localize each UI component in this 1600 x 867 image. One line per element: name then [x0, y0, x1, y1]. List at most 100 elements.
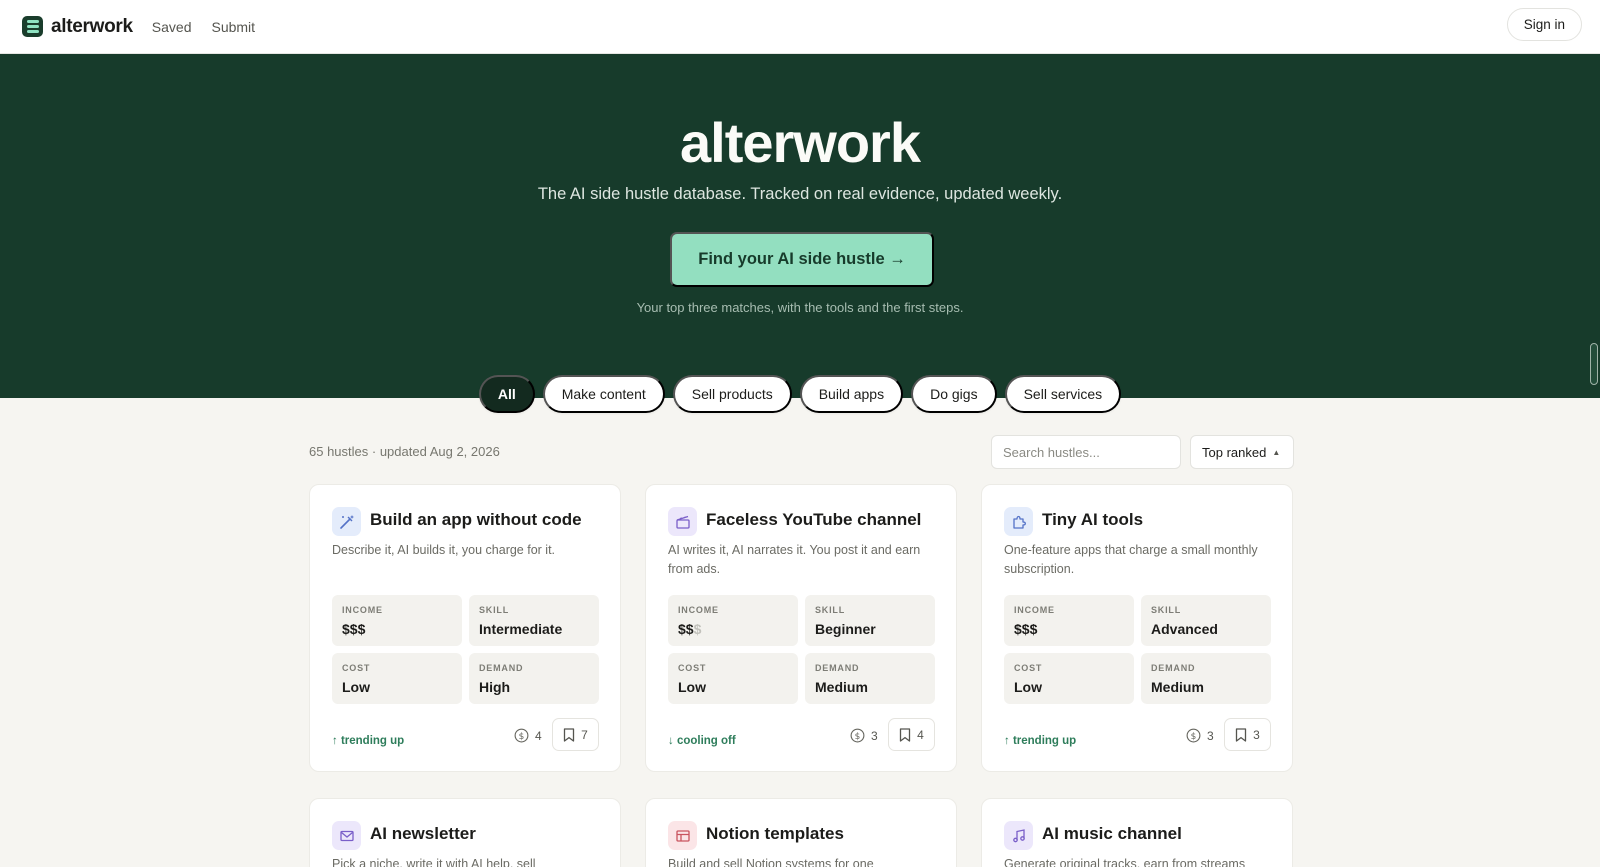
card-title[interactable]: Tiny AI tools — [1042, 510, 1143, 530]
sort-value: Top ranked — [1202, 444, 1267, 460]
hero-note: Your top three matches, with the tools a… — [636, 300, 964, 315]
stat-value: Low — [342, 679, 370, 695]
card-title[interactable]: Build an app without code — [370, 510, 582, 530]
chevron-down-icon: ▲ — [1272, 447, 1281, 457]
filter-sell-products[interactable]: Sell products — [672, 375, 792, 413]
coin-count: $ 3 — [850, 728, 878, 743]
card-title[interactable]: AI newsletter — [370, 824, 476, 844]
coin-count: $ 4 — [514, 728, 542, 743]
nav-link-submit[interactable]: Submit — [211, 19, 255, 35]
card-description: AI writes it, AI narrates it. You post i… — [668, 543, 921, 576]
category-filters: All Make content Sell products Build app… — [0, 375, 1600, 413]
bookmark-count: 7 — [581, 727, 588, 742]
skill-stat: SKILL Intermediate — [469, 595, 599, 646]
filter-build-apps[interactable]: Build apps — [799, 375, 904, 413]
hustle-card[interactable]: AI newsletter Pick a niche, write it wit… — [309, 798, 621, 867]
puzzle-icon — [1004, 507, 1033, 536]
hero-subtitle: The AI side hustle database. Tracked on … — [537, 185, 1063, 203]
trend-indicator: ↓ cooling off — [668, 735, 736, 747]
bookmark-count: 4 — [917, 727, 924, 742]
income-stat: INCOME $$$ — [1004, 595, 1134, 646]
demand-stat: DEMAND Medium — [805, 653, 935, 704]
stat-value: Advanced — [1151, 621, 1218, 637]
cost-stat: COST Low — [332, 653, 462, 704]
stat-value: $$$ — [678, 621, 701, 637]
card-title[interactable]: Notion templates — [706, 824, 844, 844]
skill-stat: SKILL Advanced — [1141, 595, 1271, 646]
search-input[interactable] — [991, 435, 1181, 469]
svg-text:$: $ — [855, 732, 861, 742]
card-title[interactable]: AI music channel — [1042, 824, 1182, 844]
stat-label: INCOME — [678, 605, 719, 615]
svg-text:$: $ — [519, 732, 525, 742]
hero-section: alterwork The AI side hustle database. T… — [0, 54, 1600, 398]
stat-value: Medium — [815, 679, 868, 695]
stat-label: SKILL — [479, 605, 509, 615]
stat-value: Beginner — [815, 621, 876, 637]
income-stat: INCOME $$$ — [332, 595, 462, 646]
stat-label: SKILL — [1151, 605, 1181, 615]
bookmark-button[interactable]: 3 — [1224, 718, 1271, 751]
stat-value: $$$ — [342, 621, 365, 637]
cost-stat: COST Low — [1004, 653, 1134, 704]
bookmark-button[interactable]: 4 — [888, 718, 935, 751]
filter-all[interactable]: All — [478, 375, 535, 413]
stat-value: High — [479, 679, 511, 695]
stat-label: COST — [1014, 663, 1043, 673]
coin-count-value: 3 — [871, 728, 878, 743]
demand-stat: DEMAND High — [469, 653, 599, 704]
stat-label: DEMAND — [1151, 663, 1196, 673]
stat-value: Low — [1014, 679, 1042, 695]
list-meta: 65 hustles · updated Aug 2, 2026 — [309, 444, 500, 459]
stat-value: $$$ — [1014, 621, 1037, 637]
income-value: $$$ — [342, 621, 366, 637]
dollar-coin-icon: $ — [1186, 728, 1201, 743]
trend-indicator: ↑ trending up — [332, 735, 405, 747]
income-value-dim: $ — [693, 621, 702, 637]
hustle-card[interactable]: Notion templates Build and sell Notion s… — [645, 798, 957, 867]
brand-name: alterwork — [51, 15, 133, 37]
income-value: $$$ — [1014, 621, 1038, 637]
envelope-icon — [332, 821, 361, 850]
trend-indicator: ↑ trending up — [1004, 735, 1077, 747]
coin-count-value: 3 — [1207, 728, 1214, 743]
sort-select[interactable]: Top ranked ▲ — [1190, 435, 1294, 469]
stat-label: INCOME — [342, 605, 383, 615]
hustle-card[interactable]: Build an app without code Describe it, A… — [309, 484, 621, 772]
stat-value: Low — [678, 679, 706, 695]
filter-make-content[interactable]: Make content — [542, 375, 665, 413]
hero-title: alterwork — [680, 111, 921, 174]
hustle-card[interactable]: Faceless YouTube channel AI writes it, A… — [645, 484, 957, 772]
magic-wand-icon — [332, 507, 361, 536]
stat-value: Medium — [1151, 679, 1204, 695]
find-hustle-button[interactable]: Find your AI side hustle → — [670, 232, 934, 287]
dollar-coin-icon: $ — [514, 728, 529, 743]
card-description: Build and sell Notion systems for one — [668, 857, 874, 867]
cost-stat: COST Low — [668, 653, 798, 704]
sign-in-button[interactable]: Sign in — [1506, 8, 1582, 41]
nav-link-saved[interactable]: Saved — [152, 19, 192, 35]
skill-stat: SKILL Beginner — [805, 595, 935, 646]
card-description: Generate original tracks, earn from stre… — [1004, 857, 1246, 867]
card-description: One-feature apps that charge a small mon… — [1004, 543, 1258, 576]
bookmark-button[interactable]: 7 — [552, 718, 599, 751]
brand-logo[interactable]: alterwork — [22, 16, 133, 38]
card-description: Describe it, AI builds it, you charge fo… — [332, 543, 556, 557]
filter-sell-services[interactable]: Sell services — [1004, 375, 1122, 413]
logo-icon — [22, 16, 43, 37]
bookmark-icon — [900, 727, 911, 742]
card-title[interactable]: Faceless YouTube channel — [706, 510, 921, 530]
clapperboard-icon — [668, 507, 697, 536]
hustle-card[interactable]: AI music channel Generate original track… — [981, 798, 1293, 867]
bookmark-icon — [1236, 727, 1247, 742]
stat-label: INCOME — [1014, 605, 1055, 615]
demand-stat: DEMAND Medium — [1141, 653, 1271, 704]
coin-count: $ 3 — [1186, 728, 1214, 743]
hustle-card[interactable]: Tiny AI tools One-feature apps that char… — [981, 484, 1293, 772]
layout-icon — [668, 821, 697, 850]
svg-text:$: $ — [1191, 732, 1197, 742]
top-nav: alterwork Saved Submit Sign in — [0, 0, 1600, 54]
music-note-icon — [1004, 821, 1033, 850]
filter-do-gigs[interactable]: Do gigs — [911, 375, 997, 413]
coin-count-value: 4 — [535, 728, 542, 743]
